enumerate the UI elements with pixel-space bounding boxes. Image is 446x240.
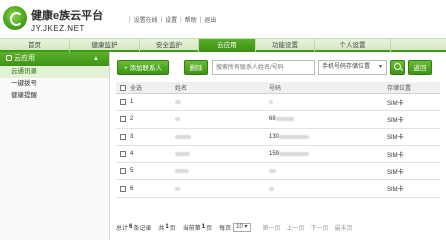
table-row[interactable]: 3 130 SIM卡 bbox=[116, 129, 440, 146]
column-number: 号码 bbox=[269, 86, 282, 92]
collapse-icon[interactable]: ▲ bbox=[93, 52, 99, 66]
delete-button[interactable]: 删除 bbox=[184, 60, 208, 75]
row-checkbox[interactable] bbox=[120, 99, 126, 106]
last-page-link[interactable]: 最末页 bbox=[335, 223, 353, 232]
app-domain: JY.JKEZ.NET bbox=[31, 24, 85, 33]
name-redacted bbox=[175, 134, 191, 139]
total-suffix: 条记录 bbox=[133, 225, 152, 232]
name-redacted bbox=[175, 169, 189, 174]
prev-page-link[interactable]: 上一页 bbox=[287, 223, 305, 232]
table-row[interactable]: 6 SIM卡 bbox=[116, 180, 440, 198]
number-redacted bbox=[279, 134, 310, 139]
row-location: SIM卡 bbox=[387, 100, 404, 107]
row-index: 1 bbox=[130, 99, 134, 106]
name-redacted bbox=[175, 100, 181, 105]
number-prefix: 68 bbox=[269, 116, 276, 123]
row-location: SIM卡 bbox=[387, 135, 404, 142]
table-header-row: 全选 姓名 号码 存储位置 bbox=[116, 82, 440, 94]
row-index: 2 bbox=[130, 116, 134, 123]
pages-suffix: 页 bbox=[169, 225, 176, 232]
tab-function-settings[interactable]: 功能设置 bbox=[256, 39, 315, 52]
tab-personal-settings[interactable]: 个人设置 bbox=[315, 39, 391, 52]
row-checkbox[interactable] bbox=[120, 116, 126, 123]
current-suffix: 页 bbox=[206, 225, 213, 232]
number-redacted bbox=[269, 169, 276, 174]
row-index: 4 bbox=[130, 151, 134, 158]
row-checkbox[interactable] bbox=[120, 185, 126, 192]
sidebar-header[interactable]: 云应用 ▲ bbox=[0, 52, 109, 66]
row-location: SIM卡 bbox=[387, 117, 404, 124]
row-location: SIM卡 bbox=[387, 169, 404, 176]
row-location: SIM卡 bbox=[387, 187, 404, 194]
number-redacted bbox=[279, 152, 310, 157]
sidebar-item-health-reminder[interactable]: 健康提醒 bbox=[0, 90, 109, 102]
main-nav: 首页 健康监护 安全监护 云应用 功能设置 个人设置 bbox=[0, 38, 446, 52]
storage-location-value: 手机号码存储位置 bbox=[322, 64, 371, 70]
current-prefix: 当前第 bbox=[182, 225, 201, 232]
next-page-link[interactable]: 下一页 bbox=[311, 223, 329, 232]
app-title: 健康e族云平台 bbox=[31, 10, 104, 22]
row-checkbox[interactable] bbox=[120, 151, 126, 158]
cloud-icon bbox=[6, 55, 12, 61]
search-button[interactable] bbox=[390, 60, 405, 75]
storage-location-select[interactable]: 手机号码存储位置 ▼ bbox=[318, 60, 387, 75]
current-page: 1 bbox=[201, 224, 206, 230]
table-row[interactable]: 4 159 SIM卡 bbox=[116, 146, 440, 164]
select-all-checkbox[interactable] bbox=[120, 84, 126, 91]
tab-home[interactable]: 首页 bbox=[0, 39, 70, 52]
name-redacted bbox=[175, 152, 190, 157]
link-online-settings[interactable]: 设置在线 bbox=[134, 15, 158, 24]
select-all-label: 全选 bbox=[130, 86, 143, 92]
link-logout[interactable]: 退出 bbox=[204, 15, 216, 24]
table-row[interactable]: 5 SIM卡 bbox=[116, 163, 440, 181]
top-links: | 设置在线 | 设置 | 帮助 | 退出 bbox=[129, 15, 217, 25]
sidebar-item-quick-dial[interactable]: 一键拨号 bbox=[0, 78, 109, 90]
tab-cloud-apps[interactable]: 云应用 bbox=[199, 39, 256, 52]
link-help[interactable]: 帮助 bbox=[185, 15, 197, 24]
column-name: 姓名 bbox=[175, 86, 188, 92]
number-redacted bbox=[269, 186, 274, 191]
row-index: 5 bbox=[130, 168, 134, 175]
per-page-select[interactable]: 10 ▾ bbox=[233, 222, 251, 232]
row-location: SIM卡 bbox=[387, 152, 404, 159]
table-row[interactable]: 1 SIM卡 bbox=[116, 94, 440, 112]
number-redacted bbox=[269, 100, 273, 105]
total-count: 6 bbox=[129, 224, 133, 230]
sidebar-title: 云应用 bbox=[14, 55, 35, 62]
contacts-table: 全选 姓名 号码 存储位置 1 SIM卡 2 68 SIM卡 3 130 SIM… bbox=[116, 82, 440, 198]
number-prefix: 130 bbox=[269, 133, 280, 140]
number-prefix: 159 bbox=[269, 151, 280, 158]
name-redacted bbox=[175, 186, 180, 191]
pagination: 总计 6 条记录 共 1 页 当前第 1 页 每页 10 ▾ 第一页 上一页 下… bbox=[116, 221, 440, 233]
add-contact-button[interactable]: + 添加联系人 bbox=[117, 60, 169, 75]
total-prefix: 总计 bbox=[116, 225, 129, 232]
row-index: 3 bbox=[130, 133, 134, 140]
header: 健康e族云平台 JY.JKEZ.NET | 设置在线 | 设置 | 帮助 | 退… bbox=[0, 0, 446, 38]
tab-health-monitor[interactable]: 健康监护 bbox=[70, 39, 140, 52]
sidebar-item-contacts[interactable]: 云通讯录 bbox=[0, 66, 109, 78]
tab-safety-monitor[interactable]: 安全监护 bbox=[140, 39, 199, 52]
chevron-down-icon: ▼ bbox=[378, 64, 383, 70]
first-page-link[interactable]: 第一页 bbox=[263, 223, 281, 232]
number-redacted bbox=[275, 117, 294, 122]
row-checkbox[interactable] bbox=[120, 168, 126, 175]
link-settings[interactable]: 设置 bbox=[165, 15, 177, 24]
column-location: 存储位置 bbox=[387, 86, 412, 92]
table-row[interactable]: 2 68 SIM卡 bbox=[116, 111, 440, 129]
search-input[interactable] bbox=[212, 60, 315, 75]
logo-icon bbox=[3, 6, 27, 30]
per-page-label: 每页 bbox=[219, 225, 232, 232]
back-button[interactable]: 返回 bbox=[408, 60, 432, 75]
row-index: 6 bbox=[130, 185, 134, 192]
per-page-value: 10 bbox=[236, 223, 243, 230]
row-checkbox[interactable] bbox=[120, 133, 126, 140]
toolbar: + 添加联系人 删除 手机号码存储位置 ▼ 返回 bbox=[117, 60, 432, 76]
sidebar: 云应用 ▲ 云通讯录 一键拨号 健康提醒 bbox=[0, 52, 110, 240]
page-count: 1 bbox=[165, 224, 169, 230]
pages-prefix: 共 bbox=[158, 225, 165, 232]
name-redacted bbox=[175, 117, 180, 122]
